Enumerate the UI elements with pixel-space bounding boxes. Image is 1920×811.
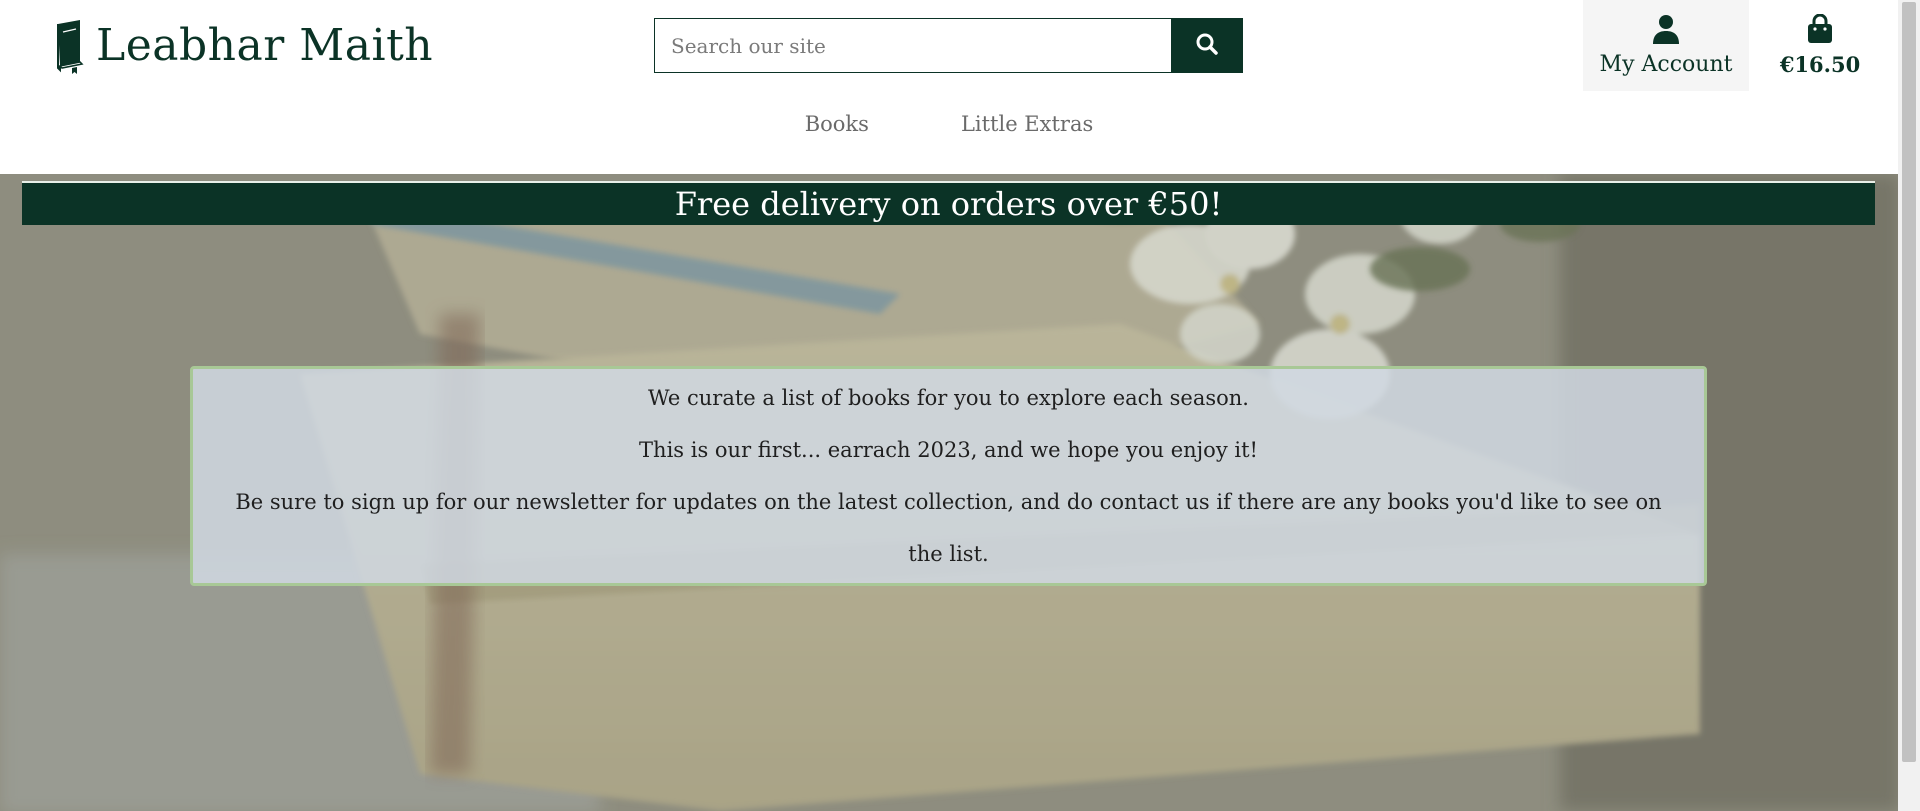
- book-icon: [54, 18, 86, 74]
- cart-total: €16.50: [1779, 52, 1861, 77]
- nav-item-books[interactable]: Books: [805, 112, 869, 136]
- site-logo[interactable]: Leabhar Maith: [54, 18, 433, 74]
- search-icon: [1195, 32, 1219, 59]
- search-button[interactable]: [1171, 19, 1242, 72]
- cart-link[interactable]: €16.50: [1768, 0, 1872, 91]
- search-input[interactable]: [655, 19, 1171, 72]
- nav-item-little-extras[interactable]: Little Extras: [961, 112, 1093, 136]
- intro-paragraph: Be sure to sign up for our newsletter fo…: [235, 490, 1662, 566]
- hero-section: Free delivery on orders over €50! We cur…: [0, 174, 1898, 811]
- intro-paragraph: We curate a list of books for you to exp…: [648, 386, 1249, 410]
- intro-box: We curate a list of books for you to exp…: [190, 366, 1707, 586]
- shopping-bag-icon: [1807, 13, 1833, 48]
- site-header: Leabhar Maith My Account: [0, 0, 1898, 174]
- promo-banner: Free delivery on orders over €50!: [22, 181, 1875, 225]
- my-account-label: My Account: [1599, 52, 1733, 77]
- search-form: [654, 18, 1243, 73]
- my-account-link[interactable]: My Account: [1583, 0, 1749, 91]
- promo-text: Free delivery on orders over €50!: [674, 185, 1223, 223]
- logo-text: Leabhar Maith: [96, 20, 434, 71]
- scrollbar-thumb[interactable]: [1902, 2, 1916, 762]
- vertical-scrollbar[interactable]: [1898, 0, 1920, 811]
- main-nav: Books Little Extras: [0, 112, 1898, 136]
- intro-paragraph: This is our first... earrach 2023, and w…: [639, 438, 1258, 462]
- user-icon: [1653, 14, 1679, 48]
